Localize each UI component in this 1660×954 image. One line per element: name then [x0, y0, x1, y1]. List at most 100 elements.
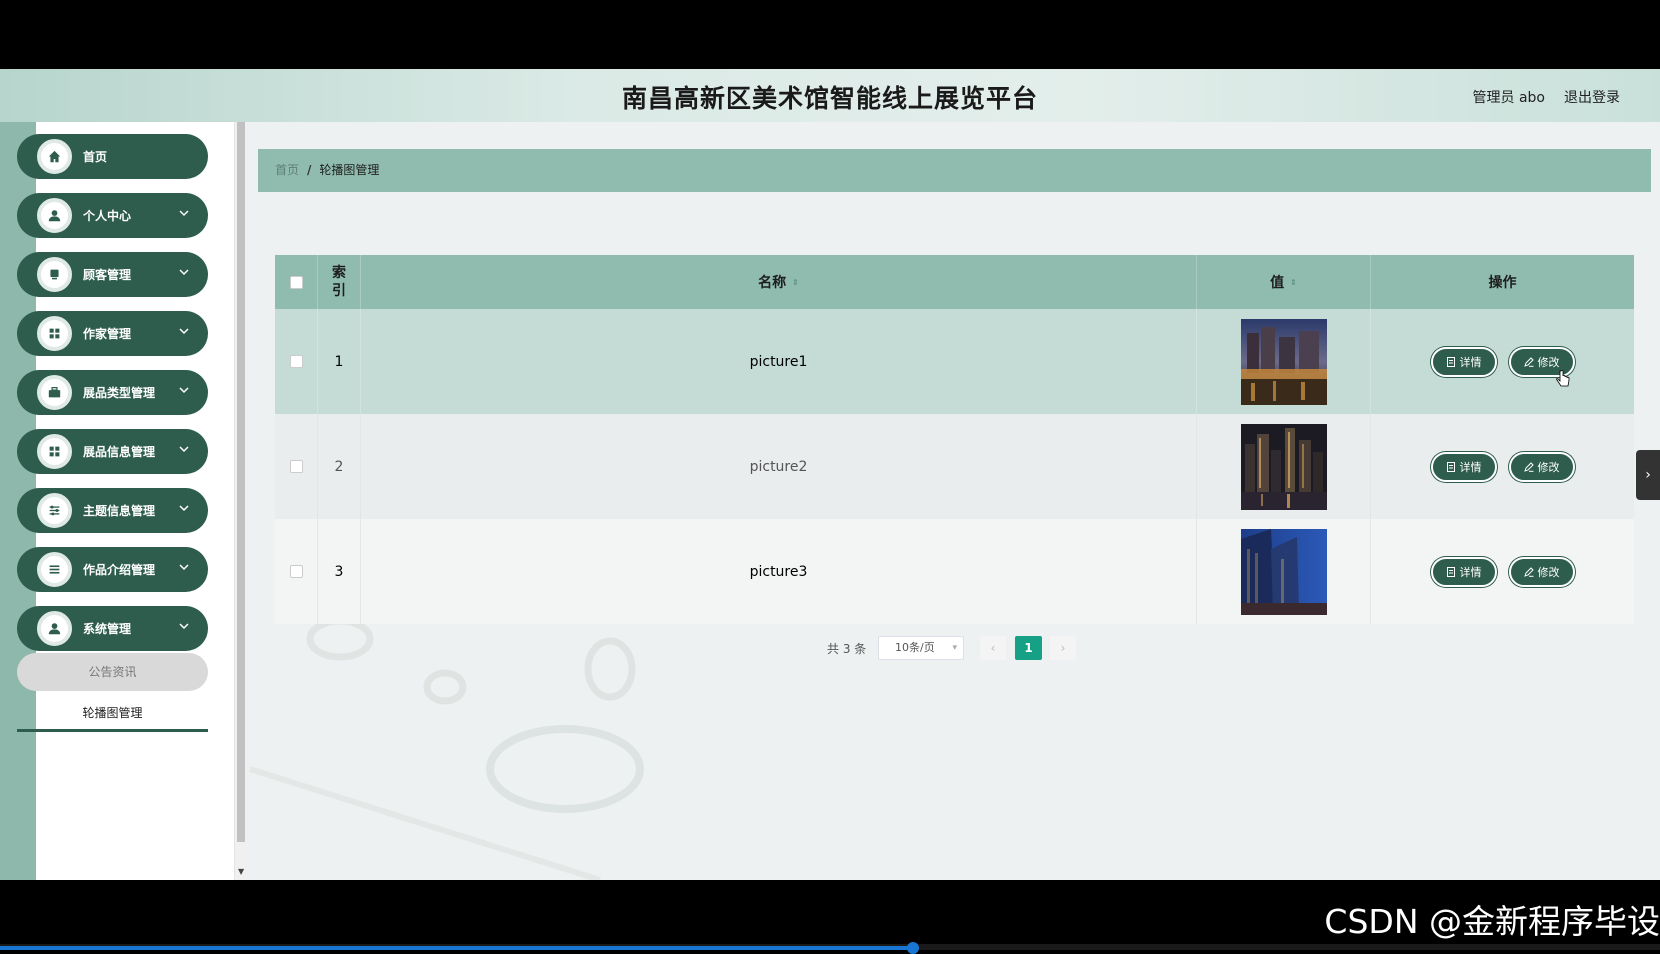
list-icon — [37, 552, 72, 587]
column-header-value[interactable]: 值 ⇕ — [1197, 255, 1371, 309]
pagination-total: 共 3 条 — [827, 642, 867, 656]
carousel-thumbnail-image[interactable] — [1240, 318, 1327, 405]
sidebar-item-customers[interactable]: 顾客管理 — [17, 252, 208, 297]
chevron-down-icon — [179, 387, 189, 394]
briefcase-icon — [37, 375, 72, 410]
edit-pen-icon — [1523, 461, 1534, 472]
edit-button[interactable]: 修改 — [1508, 451, 1575, 482]
table-header: 索引 名称 ⇕ 值 ⇕ 操作 — [275, 255, 1634, 309]
row-name: picture2 — [361, 414, 1197, 519]
carousel-thumbnail-image[interactable] — [1240, 423, 1327, 510]
column-header-name[interactable]: 名称 ⇕ — [361, 255, 1197, 309]
detail-button[interactable]: 详情 — [1430, 451, 1497, 482]
breadcrumb-current: 轮播图管理 — [319, 163, 380, 177]
page-number-current[interactable]: 1 — [1015, 636, 1042, 660]
row-ops-cell: 详情 修改 — [1371, 519, 1634, 624]
row-index: 1 — [318, 309, 361, 414]
row-checkbox[interactable] — [289, 355, 303, 368]
row-name: picture1 — [361, 309, 1197, 414]
edit-button-label: 修改 — [1537, 460, 1560, 474]
document-icon — [1446, 356, 1455, 367]
sidebar-item-exhibit-types[interactable]: 展品类型管理 — [17, 370, 208, 415]
chevron-down-icon — [179, 210, 189, 217]
chevron-down-icon — [179, 328, 189, 335]
current-user: 管理员 abo — [1472, 90, 1545, 106]
video-progress-knob[interactable] — [907, 942, 919, 954]
row-name: picture3 — [361, 519, 1197, 624]
sort-icon: ⇕ — [1290, 277, 1297, 287]
sidebar-item-label: 作品介绍管理 — [83, 563, 156, 577]
row-select-cell — [275, 309, 318, 414]
detail-button-label: 详情 — [1459, 460, 1482, 474]
screen-frame: 南昌高新区美术馆智能线上展览平台 管理员 abo 退出登录 首页 个人中心 顾客… — [0, 0, 1660, 954]
hand-cursor-icon — [1556, 370, 1570, 387]
chevron-down-icon — [179, 564, 189, 571]
chevron-down-icon — [179, 623, 189, 630]
edit-button-label: 修改 — [1537, 565, 1560, 579]
page-size-value: 10条/页 — [895, 641, 935, 654]
document-icon — [1446, 566, 1455, 577]
sidebar-item-authors[interactable]: 作家管理 — [17, 311, 208, 356]
select-all-checkbox[interactable] — [289, 275, 303, 289]
chevron-right-icon: › — [1645, 467, 1651, 483]
row-value-cell — [1197, 414, 1371, 519]
detail-button[interactable]: 详情 — [1430, 556, 1497, 587]
detail-button-label: 详情 — [1459, 565, 1482, 579]
edit-pen-icon — [1523, 356, 1534, 367]
sidebar-item-label: 首页 — [83, 150, 108, 164]
breadcrumb-home[interactable]: 首页 — [275, 163, 299, 177]
pagination: 共 3 条 10条/页 ▾ ‹ 1 › — [0, 636, 1660, 660]
table-row[interactable]: 3 picture3 详情 修改 — [275, 519, 1634, 624]
sidebar-item-work-intro[interactable]: 作品介绍管理 — [17, 547, 208, 592]
app-title: 南昌高新区美术馆智能线上展览平台 — [621, 84, 1038, 113]
breadcrumb-separator: / — [307, 163, 312, 177]
document-icon — [1446, 461, 1455, 472]
sidebar-item-home[interactable]: 首页 — [17, 134, 208, 179]
video-progress-fill — [0, 946, 913, 950]
sliders-icon — [37, 493, 72, 528]
row-index: 3 — [318, 519, 361, 624]
sidebar-item-personal-center[interactable]: 个人中心 — [17, 193, 208, 238]
grid-icon — [37, 316, 72, 351]
row-select-cell — [275, 519, 318, 624]
home-icon — [37, 139, 72, 174]
sidebar-item-label: 展品信息管理 — [83, 445, 156, 459]
edit-button-label: 修改 — [1537, 355, 1560, 369]
video-progress-bar[interactable] — [0, 942, 1660, 954]
sidebar-scrollbar[interactable]: ▼ — [234, 122, 247, 880]
edit-pen-icon — [1523, 566, 1534, 577]
row-value-cell — [1197, 309, 1371, 414]
sidebar-item-label: 主题信息管理 — [83, 504, 156, 518]
page-size-select[interactable]: 10条/页 ▾ — [878, 636, 964, 660]
table-row[interactable]: 2 picture2 详情 修改 — [275, 414, 1634, 519]
column-header-index: 索引 — [318, 255, 361, 309]
grid-icon — [37, 434, 72, 469]
row-value-cell — [1197, 519, 1371, 624]
sidebar-item-theme-info[interactable]: 主题信息管理 — [17, 488, 208, 533]
watermark-text: CSDN @金新程序毕设 — [1324, 902, 1660, 941]
sidebar-item-exhibit-info[interactable]: 展品信息管理 — [17, 429, 208, 474]
chevron-down-icon — [179, 446, 189, 453]
edit-button[interactable]: 修改 — [1508, 556, 1575, 587]
next-page-button[interactable]: › — [1050, 636, 1076, 660]
table-row[interactable]: 1 picture1 详情 修改 — [275, 309, 1634, 414]
row-checkbox[interactable] — [289, 460, 303, 473]
side-drawer-toggle[interactable]: › — [1636, 450, 1660, 500]
sidebar-subitem-carousel[interactable]: 轮播图管理 — [17, 694, 208, 732]
top-header: 南昌高新区美术馆智能线上展览平台 管理员 abo 退出登录 — [0, 69, 1660, 122]
sidebar: 首页 个人中心 顾客管理 作家管理 展品类型管理 展品信息管理 主题信息管理 作… — [17, 122, 234, 880]
sidebar-item-label: 顾客管理 — [83, 268, 132, 282]
detail-button-label: 详情 — [1459, 355, 1482, 369]
prev-page-button[interactable]: ‹ — [980, 636, 1006, 660]
logout-link[interactable]: 退出登录 — [1564, 87, 1620, 107]
column-header-ops: 操作 — [1488, 275, 1517, 291]
detail-button[interactable]: 详情 — [1430, 346, 1497, 377]
sidebar-item-label: 展品类型管理 — [83, 386, 156, 400]
app-window: 南昌高新区美术馆智能线上展览平台 管理员 abo 退出登录 首页 个人中心 顾客… — [0, 69, 1660, 880]
breadcrumb: 首页 / 轮播图管理 — [258, 149, 1651, 192]
scroll-down-arrow-icon[interactable]: ▼ — [238, 867, 244, 876]
carousel-thumbnail-image[interactable] — [1240, 528, 1327, 615]
scrollbar-thumb[interactable] — [237, 122, 245, 842]
row-checkbox[interactable] — [289, 565, 303, 578]
chevron-down-icon — [179, 505, 189, 512]
